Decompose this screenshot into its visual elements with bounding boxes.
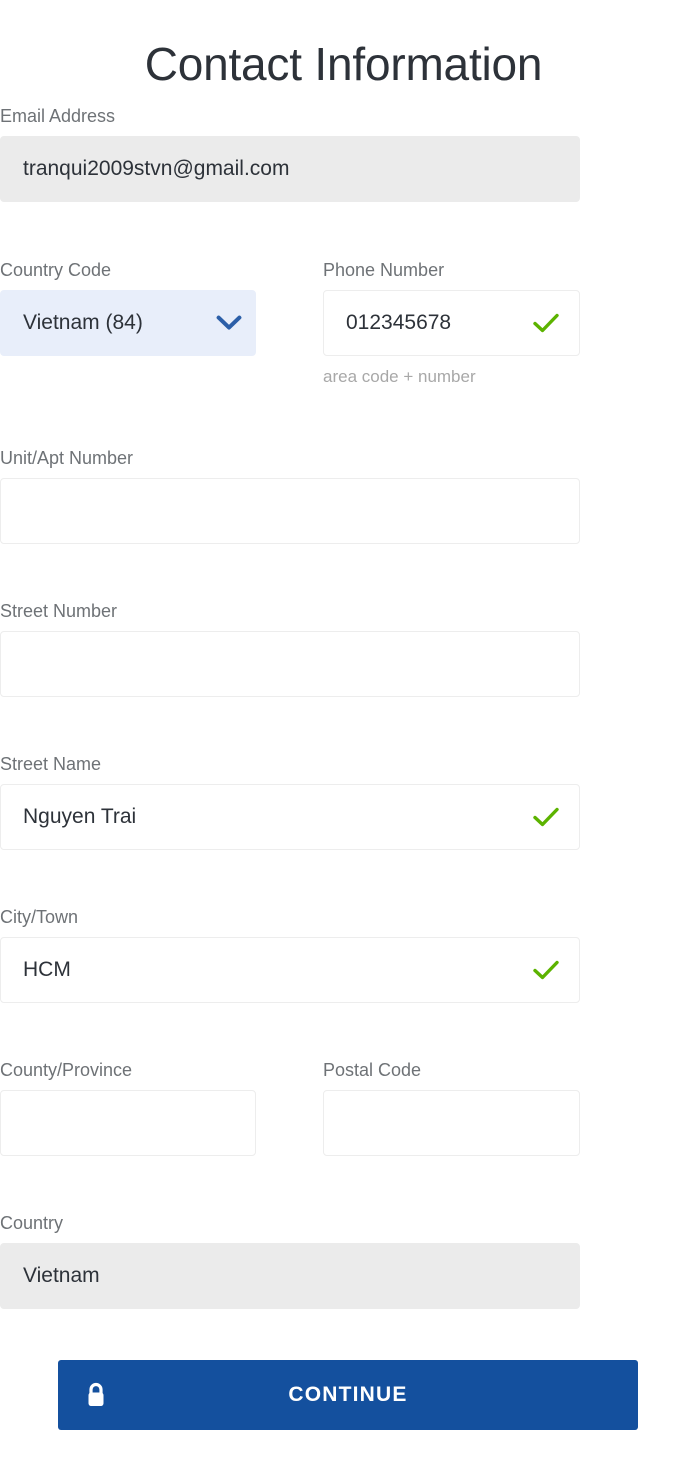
label-country: Country (0, 1213, 64, 1233)
field-city-town: City/Town HCM (0, 906, 580, 1003)
country-code-select[interactable]: Vietnam (84) (0, 290, 256, 356)
phone-number-value: 012345678 (346, 311, 452, 334)
street-name-input[interactable]: Nguyen Trai (0, 784, 580, 850)
city-town-value: HCM (23, 958, 71, 981)
postal-code-input[interactable] (323, 1090, 580, 1156)
phone-number-input[interactable]: 012345678 (323, 290, 580, 356)
field-street-name: Street Name Nguyen Trai (0, 753, 580, 850)
unit-apt-input[interactable] (0, 478, 580, 544)
field-email: Email Address tranqui2009stvn@gmail.com (0, 105, 580, 202)
contact-information-page: Contact Information Email Address tranqu… (0, 0, 687, 1474)
street-number-input[interactable] (0, 631, 580, 697)
country-value: Vietnam (23, 1264, 100, 1287)
street-name-value: Nguyen Trai (23, 805, 137, 828)
county-province-input[interactable] (0, 1090, 256, 1156)
field-country: Country Vietnam (0, 1212, 580, 1309)
label-street-name: Street Name (0, 754, 102, 774)
field-street-number: Street Number (0, 600, 580, 697)
label-phone-number: Phone Number (323, 260, 445, 280)
continue-button[interactable]: CONTINUE (58, 1360, 638, 1430)
field-county-province: County/Province (0, 1059, 256, 1156)
phone-helper-text: area code + number (323, 367, 476, 386)
label-email-address: Email Address (0, 106, 116, 126)
page-title: Contact Information (144, 37, 543, 90)
field-country-code: Country Code Vietnam (84) (0, 259, 256, 356)
email-value: tranqui2009stvn@gmail.com (23, 157, 290, 180)
check-icon (525, 957, 567, 983)
label-country-code: Country Code (0, 260, 112, 280)
check-icon (525, 310, 567, 336)
label-city-town: City/Town (0, 907, 79, 927)
check-icon (525, 804, 567, 830)
label-postal-code: Postal Code (323, 1060, 422, 1080)
email-field[interactable]: tranqui2009stvn@gmail.com (0, 136, 580, 202)
field-unit-apt: Unit/Apt Number (0, 447, 580, 544)
chevron-down-icon (207, 310, 251, 336)
label-unit-apt-number: Unit/Apt Number (0, 448, 134, 468)
field-postal-code: Postal Code (323, 1059, 580, 1156)
label-street-number: Street Number (0, 601, 118, 621)
country-code-value: Vietnam (84) (23, 311, 143, 334)
field-phone-number: Phone Number 012345678 area code + numbe… (323, 259, 580, 387)
label-county-province: County/Province (0, 1060, 133, 1080)
lock-icon (84, 1360, 108, 1430)
country-field[interactable]: Vietnam (0, 1243, 580, 1309)
continue-button-label: CONTINUE (288, 1383, 408, 1406)
city-town-input[interactable]: HCM (0, 937, 580, 1003)
